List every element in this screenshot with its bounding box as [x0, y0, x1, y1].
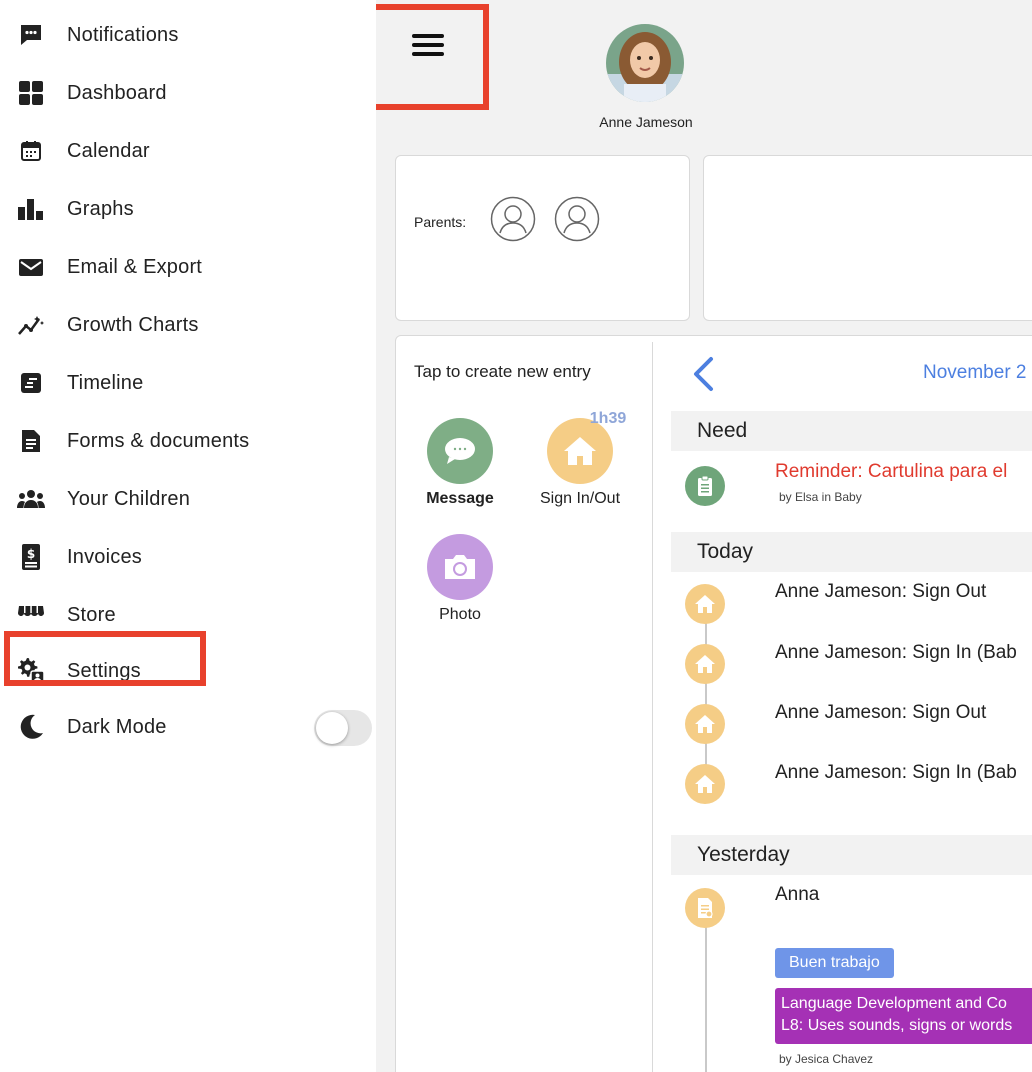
house-icon [685, 584, 725, 624]
menu-highlight-box [376, 4, 489, 110]
timeline-item-author: by Jesica Chavez [779, 1052, 874, 1066]
settings-highlight-box [4, 631, 206, 686]
timeline-icon [17, 369, 45, 397]
sign-in-timer: 1h39 [589, 410, 627, 427]
message-entry-button[interactable]: Message [410, 418, 510, 508]
avatar[interactable] [606, 24, 684, 102]
section-header-yesterday: Yesterday [671, 835, 1032, 875]
clipboard-icon [685, 466, 725, 506]
parent-avatar-icon[interactable] [554, 196, 600, 242]
section-title: Need [697, 419, 748, 442]
timeline-feed: November 2 Need Reminder: Cartulina para… [653, 336, 1032, 1072]
child-name: Anne Jameson [599, 114, 693, 130]
sidebar-item-growth-charts[interactable]: Growth Charts [0, 296, 376, 354]
timeline-item-title: Anna [775, 884, 820, 905]
main-content: Anne Jameson Parents: Tap to create new … [376, 0, 1032, 1072]
parent-avatar-icon[interactable] [490, 196, 536, 242]
sidebar-item-timeline[interactable]: Timeline [0, 354, 376, 412]
photo-entry-button[interactable]: Photo [410, 534, 510, 624]
envelope-icon [17, 253, 45, 281]
sidebar-item-label: Forms & documents [67, 429, 250, 452]
section-header-need: Need [671, 411, 1032, 451]
growth-line-icon [17, 311, 45, 339]
sidebar-item-label: Your Children [67, 487, 191, 510]
sidebar-item-label: Email & Export [67, 255, 203, 278]
dark-mode-toggle[interactable] [314, 710, 372, 746]
sidebar-item-label: Invoices [67, 545, 142, 568]
store-icon [17, 601, 45, 629]
timeline-item-text: Anne Jameson: Sign Out [775, 581, 987, 602]
timeline-line [705, 906, 707, 1072]
feed-date[interactable]: November 2 [923, 362, 1027, 384]
photo-entry-label: Photo [439, 606, 481, 623]
invoice-icon: $ [17, 543, 45, 571]
sidebar-item-label: Dashboard [67, 81, 167, 104]
sidebar-item-label: Graphs [67, 197, 134, 220]
info-card [703, 155, 1032, 321]
timeline-item-text: Anne Jameson: Sign In (Bab [775, 762, 1017, 783]
bar-chart-icon [17, 195, 45, 223]
need-item-author: by Elsa in Baby [779, 490, 862, 504]
message-icon [427, 418, 493, 484]
chat-bubble-icon [17, 21, 45, 49]
moon-icon [17, 713, 45, 741]
sidebar-item-label: Timeline [67, 371, 144, 394]
house-icon [685, 764, 725, 804]
sidebar-item-label: Dark Mode [67, 715, 167, 738]
people-icon [17, 485, 45, 513]
section-title: Yesterday [697, 843, 790, 866]
sidebar-item-notifications[interactable]: Notifications [0, 6, 376, 64]
svg-text:$: $ [27, 547, 35, 561]
parents-label: Parents: [414, 214, 467, 230]
camera-icon [427, 534, 493, 600]
sidebar-item-graphs[interactable]: Graphs [0, 180, 376, 238]
sidebar-item-label: Calendar [67, 139, 150, 162]
timeline-line [705, 602, 707, 782]
sidebar-item-label: Growth Charts [67, 313, 199, 336]
sidebar-item-label: Store [67, 603, 116, 626]
new-entry-title: Tap to create new entry [414, 362, 591, 381]
document-icon [17, 427, 45, 455]
milestone-line: L8: Uses sounds, signs or words [781, 1017, 1013, 1034]
timeline-item-text: Anne Jameson: Sign Out [775, 702, 987, 723]
sidebar-item-calendar[interactable]: Calendar [0, 122, 376, 180]
sidebar-item-your-children[interactable]: Your Children [0, 470, 376, 528]
chevron-left-icon[interactable] [691, 356, 715, 392]
sidebar-item-dashboard[interactable]: Dashboard [0, 64, 376, 122]
sidebar-item-email-export[interactable]: Email & Export [0, 238, 376, 296]
house-icon [685, 644, 725, 684]
section-header-today: Today [671, 532, 1032, 572]
calendar-icon [17, 137, 45, 165]
sidebar-item-label: Notifications [67, 23, 179, 46]
milestone-badge: Language Development and Co L8: Uses sou… [775, 988, 1032, 1044]
house-icon [685, 704, 725, 744]
sidebar-item-invoices[interactable]: $ Invoices [0, 528, 376, 586]
message-entry-label: Message [426, 490, 494, 507]
parents-card: Parents: [395, 155, 690, 321]
need-item-title: Reminder: Cartulina para el [775, 461, 1008, 482]
sidebar: Notifications Dashboard Calendar Graphs … [0, 0, 376, 1072]
note-icon [685, 888, 725, 928]
grid-icon [17, 79, 45, 107]
timeline-item-text: Anne Jameson: Sign In (Bab [775, 642, 1017, 663]
section-title: Today [697, 540, 754, 563]
tag-badge: Buen trabajo [775, 948, 894, 978]
content-card: Tap to create new entry Message Sign In/… [395, 335, 1032, 1072]
toggle-knob [316, 712, 348, 744]
sidebar-item-forms-documents[interactable]: Forms & documents [0, 412, 376, 470]
sign-in-out-entry-button[interactable]: Sign In/Out [530, 418, 630, 508]
sign-in-out-entry-label: Sign In/Out [539, 490, 621, 507]
milestone-line: Language Development and Co [781, 995, 1007, 1012]
